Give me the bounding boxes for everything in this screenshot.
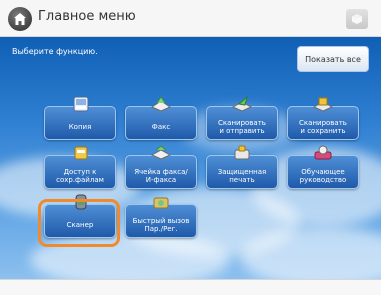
fax-icon	[150, 95, 172, 113]
function-label: Доступ к сохр.файлам	[56, 167, 104, 184]
function-label: Копия	[68, 122, 92, 131]
function-label: Ячейка факса/И-факса	[134, 167, 188, 184]
settings-button[interactable]	[346, 9, 368, 29]
main-menu-screen: Главное меню Выберите функцию. Показать …	[0, 0, 381, 295]
cube-icon	[352, 14, 362, 24]
function-label: Защищенная печать	[217, 167, 267, 184]
tutorial-icon	[312, 144, 334, 162]
fax-inbox-icon	[150, 144, 172, 162]
function-area: Выберите функцию. Показать все Копия Фак…	[0, 37, 381, 279]
function-label: Сканировать и отправить	[218, 118, 266, 135]
home-icon[interactable]	[8, 7, 32, 31]
quick-recall-icon	[150, 193, 172, 211]
bottom-bar	[0, 279, 381, 295]
top-bar: Главное меню	[0, 0, 381, 37]
show-all-button[interactable]: Показать все	[297, 46, 369, 72]
secure-print-icon	[231, 144, 253, 162]
scan-save-icon	[312, 95, 334, 113]
function-label: Быстрый вызов Пар./Рег.	[132, 216, 190, 233]
scan-send-icon	[231, 95, 253, 113]
function-label: Факс	[151, 122, 171, 131]
stored-files-icon	[70, 144, 92, 162]
function-label: Обучающее руководство	[299, 167, 347, 184]
page-title: Главное меню	[38, 9, 136, 24]
function-label: Сканировать и сохранить	[299, 118, 347, 135]
copy-icon	[70, 95, 92, 113]
scanner-highlight-ring	[38, 199, 120, 247]
instruction-text: Выберите функцию.	[12, 47, 98, 56]
